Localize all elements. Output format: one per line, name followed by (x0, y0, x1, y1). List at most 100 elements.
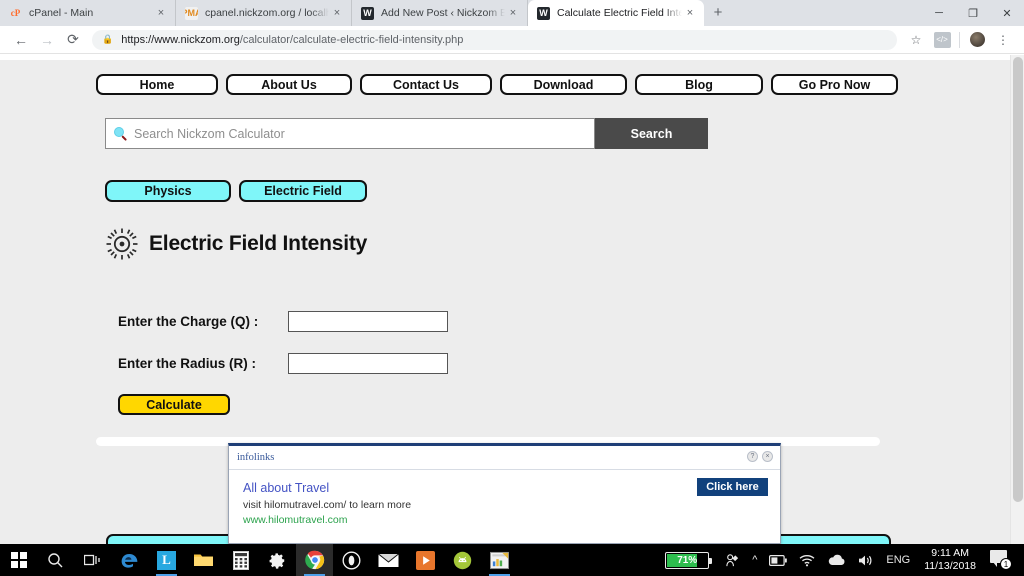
action-center-button[interactable]: 1 (984, 550, 1018, 570)
browser-tab-add-new-post[interactable]: W Add New Post ‹ Nickzom Blog — × (352, 0, 528, 26)
browser-tab-electric-field-intensity[interactable]: W Calculate Electric Field Intensity | × (528, 0, 704, 26)
radius-label: Enter the Radius (R) : (118, 355, 257, 371)
back-button[interactable]: ← (8, 27, 34, 53)
wordpress-icon: W (361, 6, 374, 20)
video-button[interactable] (407, 544, 444, 576)
mail-button[interactable] (370, 544, 407, 576)
spreadsheet-icon (490, 551, 509, 569)
page-top-strip (0, 55, 1010, 60)
chevron-up-icon[interactable]: ^ (746, 554, 763, 566)
page-scrollbar[interactable] (1010, 55, 1024, 544)
nav-item-blog[interactable]: Blog (635, 74, 763, 95)
calculator-form: Enter the Charge (Q) : Enter the Radius … (118, 310, 448, 415)
app-l-button[interactable]: L (148, 544, 185, 576)
scrollbar-thumb[interactable] (1013, 57, 1023, 502)
sun-burst-icon (105, 227, 139, 261)
nav-item-contact-us[interactable]: Contact Us (360, 74, 492, 95)
new-tab-button[interactable]: + (704, 0, 732, 26)
minimize-button[interactable]: ─ (922, 7, 956, 19)
address-bar[interactable]: 🔒 https://www.nickzom.org/calculator/cal… (92, 29, 897, 50)
nav-item-home[interactable]: Home (96, 74, 218, 95)
wordpress-icon: W (537, 6, 550, 20)
calculator-button[interactable] (222, 544, 259, 576)
mail-icon (378, 553, 399, 567)
browser-tab-cpanel-main[interactable]: cP cPanel - Main × (0, 0, 176, 26)
pen-workspace-icon[interactable] (719, 553, 746, 568)
opera-icon (342, 551, 361, 569)
tab-strip: cP cPanel - Main × PMA cpanel.nickzom.or… (0, 0, 1024, 26)
taskbar-clock[interactable]: 9:11 AM 11/13/2018 (916, 547, 984, 573)
kebab-menu-icon[interactable]: ⋮ (990, 29, 1016, 51)
tab-close-icon[interactable]: × (505, 7, 521, 19)
ad-controls: ? × (747, 451, 773, 462)
android-studio-button[interactable] (444, 544, 481, 576)
nav-item-go-pro-now[interactable]: Go Pro Now (771, 74, 898, 95)
calculator-icon (232, 550, 249, 570)
tab-close-icon[interactable]: × (153, 7, 169, 19)
video-player-icon (416, 550, 435, 570)
edge-button[interactable] (111, 544, 148, 576)
reload-button[interactable]: ⟳ (60, 27, 86, 53)
infolinks-brand-label: infolinks (237, 452, 275, 463)
letter-l-icon: L (157, 550, 176, 570)
tab-close-icon[interactable]: × (329, 7, 345, 19)
star-icon[interactable]: ☆ (903, 29, 929, 51)
windows-taskbar: L 71% ^ ENG 9:11 AM 11/13/2018 1 (0, 544, 1024, 576)
start-button[interactable] (0, 544, 37, 576)
tab-title: cPanel - Main (29, 7, 94, 19)
calculate-button[interactable]: Calculate (118, 394, 230, 415)
browser-window: cP cPanel - Main × PMA cpanel.nickzom.or… (0, 0, 1024, 576)
ad-click-here-button[interactable]: Click here (697, 478, 768, 496)
battery-icon[interactable] (763, 554, 793, 566)
forward-button[interactable]: → (34, 27, 60, 53)
task-view-icon (84, 554, 100, 565)
android-icon (453, 551, 472, 569)
opera-button[interactable] (333, 544, 370, 576)
bottom-tag-right[interactable] (768, 534, 891, 544)
tag-physics[interactable]: Physics (105, 180, 231, 202)
system-tray: 71% ^ ENG 9:11 AM 11/13/2018 1 (659, 544, 1024, 576)
phpmyadmin-icon: PMA (185, 6, 198, 20)
speaker-icon[interactable] (852, 554, 880, 567)
form-row-charge: Enter the Charge (Q) : (118, 310, 448, 332)
page-title: Electric Field Intensity (149, 232, 368, 255)
code-extension-icon[interactable]: </> (929, 29, 955, 51)
ad-title-link[interactable]: All about Travel (243, 481, 770, 495)
tab-close-icon[interactable]: × (682, 7, 698, 19)
excel-button[interactable] (481, 544, 518, 576)
browser-toolbar: ← → ⟳ 🔒 https://www.nickzom.org/calculat… (0, 26, 1024, 54)
nav-item-download[interactable]: Download (500, 74, 627, 95)
folder-icon (194, 554, 213, 566)
search-input[interactable]: Search Nickzom Calculator (105, 118, 595, 149)
ad-help-icon[interactable]: ? (747, 451, 758, 462)
charge-input[interactable] (288, 310, 448, 332)
close-window-button[interactable]: ✕ (990, 7, 1024, 20)
form-row-radius: Enter the Radius (R) : (118, 352, 448, 374)
toolbar-divider (959, 31, 960, 48)
search-button[interactable] (37, 544, 74, 576)
address-host: https://www.nickzom.org (121, 33, 240, 46)
windows-logo-icon (10, 552, 27, 568)
battery-percent-label: 71% (677, 554, 698, 566)
task-view-button[interactable] (74, 544, 111, 576)
search-placeholder: Search Nickzom Calculator (134, 126, 285, 141)
maximize-button[interactable]: ❐ (956, 7, 990, 20)
file-explorer-button[interactable] (185, 544, 222, 576)
browser-tab-phpmyadmin[interactable]: PMA cpanel.nickzom.org / localhost | p × (176, 0, 352, 26)
radius-input[interactable] (288, 352, 448, 374)
nav-item-about-us[interactable]: About Us (226, 74, 352, 95)
page-title-row: Electric Field Intensity (105, 227, 367, 261)
language-indicator[interactable]: ENG (880, 554, 916, 566)
gear-icon (269, 552, 285, 569)
avatar-icon[interactable] (964, 29, 990, 51)
ad-close-icon[interactable]: × (762, 451, 773, 462)
chrome-button[interactable] (296, 544, 333, 576)
settings-button[interactable] (259, 544, 296, 576)
cloud-icon[interactable] (821, 554, 852, 566)
tag-electric-field[interactable]: Electric Field (239, 180, 367, 202)
ad-body: All about Travel visit hilomutravel.com/… (229, 470, 780, 526)
battery-percent-indicator[interactable]: 71% (659, 551, 719, 569)
search-button[interactable]: Search (595, 118, 708, 149)
wifi-icon[interactable] (793, 554, 821, 567)
clock-time: 9:11 AM (931, 547, 969, 559)
